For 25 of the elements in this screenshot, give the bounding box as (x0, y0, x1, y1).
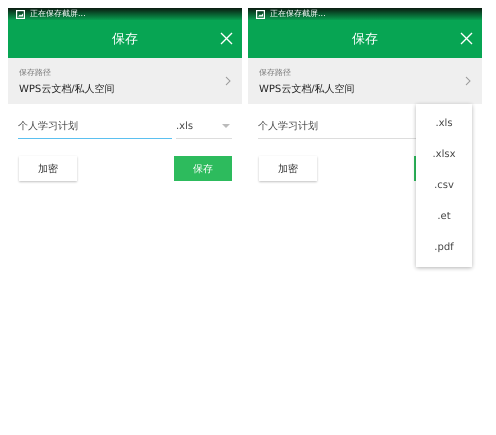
filename-field[interactable]: 个人学习计划 (18, 114, 172, 139)
encrypt-button[interactable]: 加密 (19, 156, 77, 181)
path-value: WPS云文档/私人空间 (19, 82, 115, 96)
path-label: 保存路径 (259, 66, 292, 78)
encrypt-button[interactable]: 加密 (259, 156, 317, 181)
image-icon (16, 10, 25, 18)
chevron-icon (225, 76, 231, 86)
dialog-title: 保存 (112, 31, 138, 48)
save-path-panel[interactable]: 保存路径 WPS云文档/私人空间 (8, 58, 242, 104)
dialog-title: 保存 (352, 31, 378, 48)
menu-option[interactable]: .xlsx (416, 139, 472, 170)
menu-option[interactable]: .pdf (416, 232, 472, 263)
path-label: 保存路径 (19, 66, 52, 78)
status-text: 正在保存截屏... (270, 9, 326, 19)
caret-icon (222, 124, 230, 128)
extension-dropdown[interactable]: .xls (176, 114, 232, 139)
save-path-panel[interactable]: 保存路径 WPS云文档/私人空间 (248, 58, 482, 104)
image-icon (256, 10, 265, 18)
close-icon[interactable] (460, 32, 473, 45)
path-value: WPS云文档/私人空间 (259, 82, 355, 96)
chevron-icon (465, 76, 471, 86)
menu-option[interactable]: .et (416, 201, 472, 232)
menu-option[interactable]: .csv (416, 170, 472, 201)
status-text: 正在保存截屏... (30, 9, 86, 19)
close-icon[interactable] (220, 32, 233, 45)
